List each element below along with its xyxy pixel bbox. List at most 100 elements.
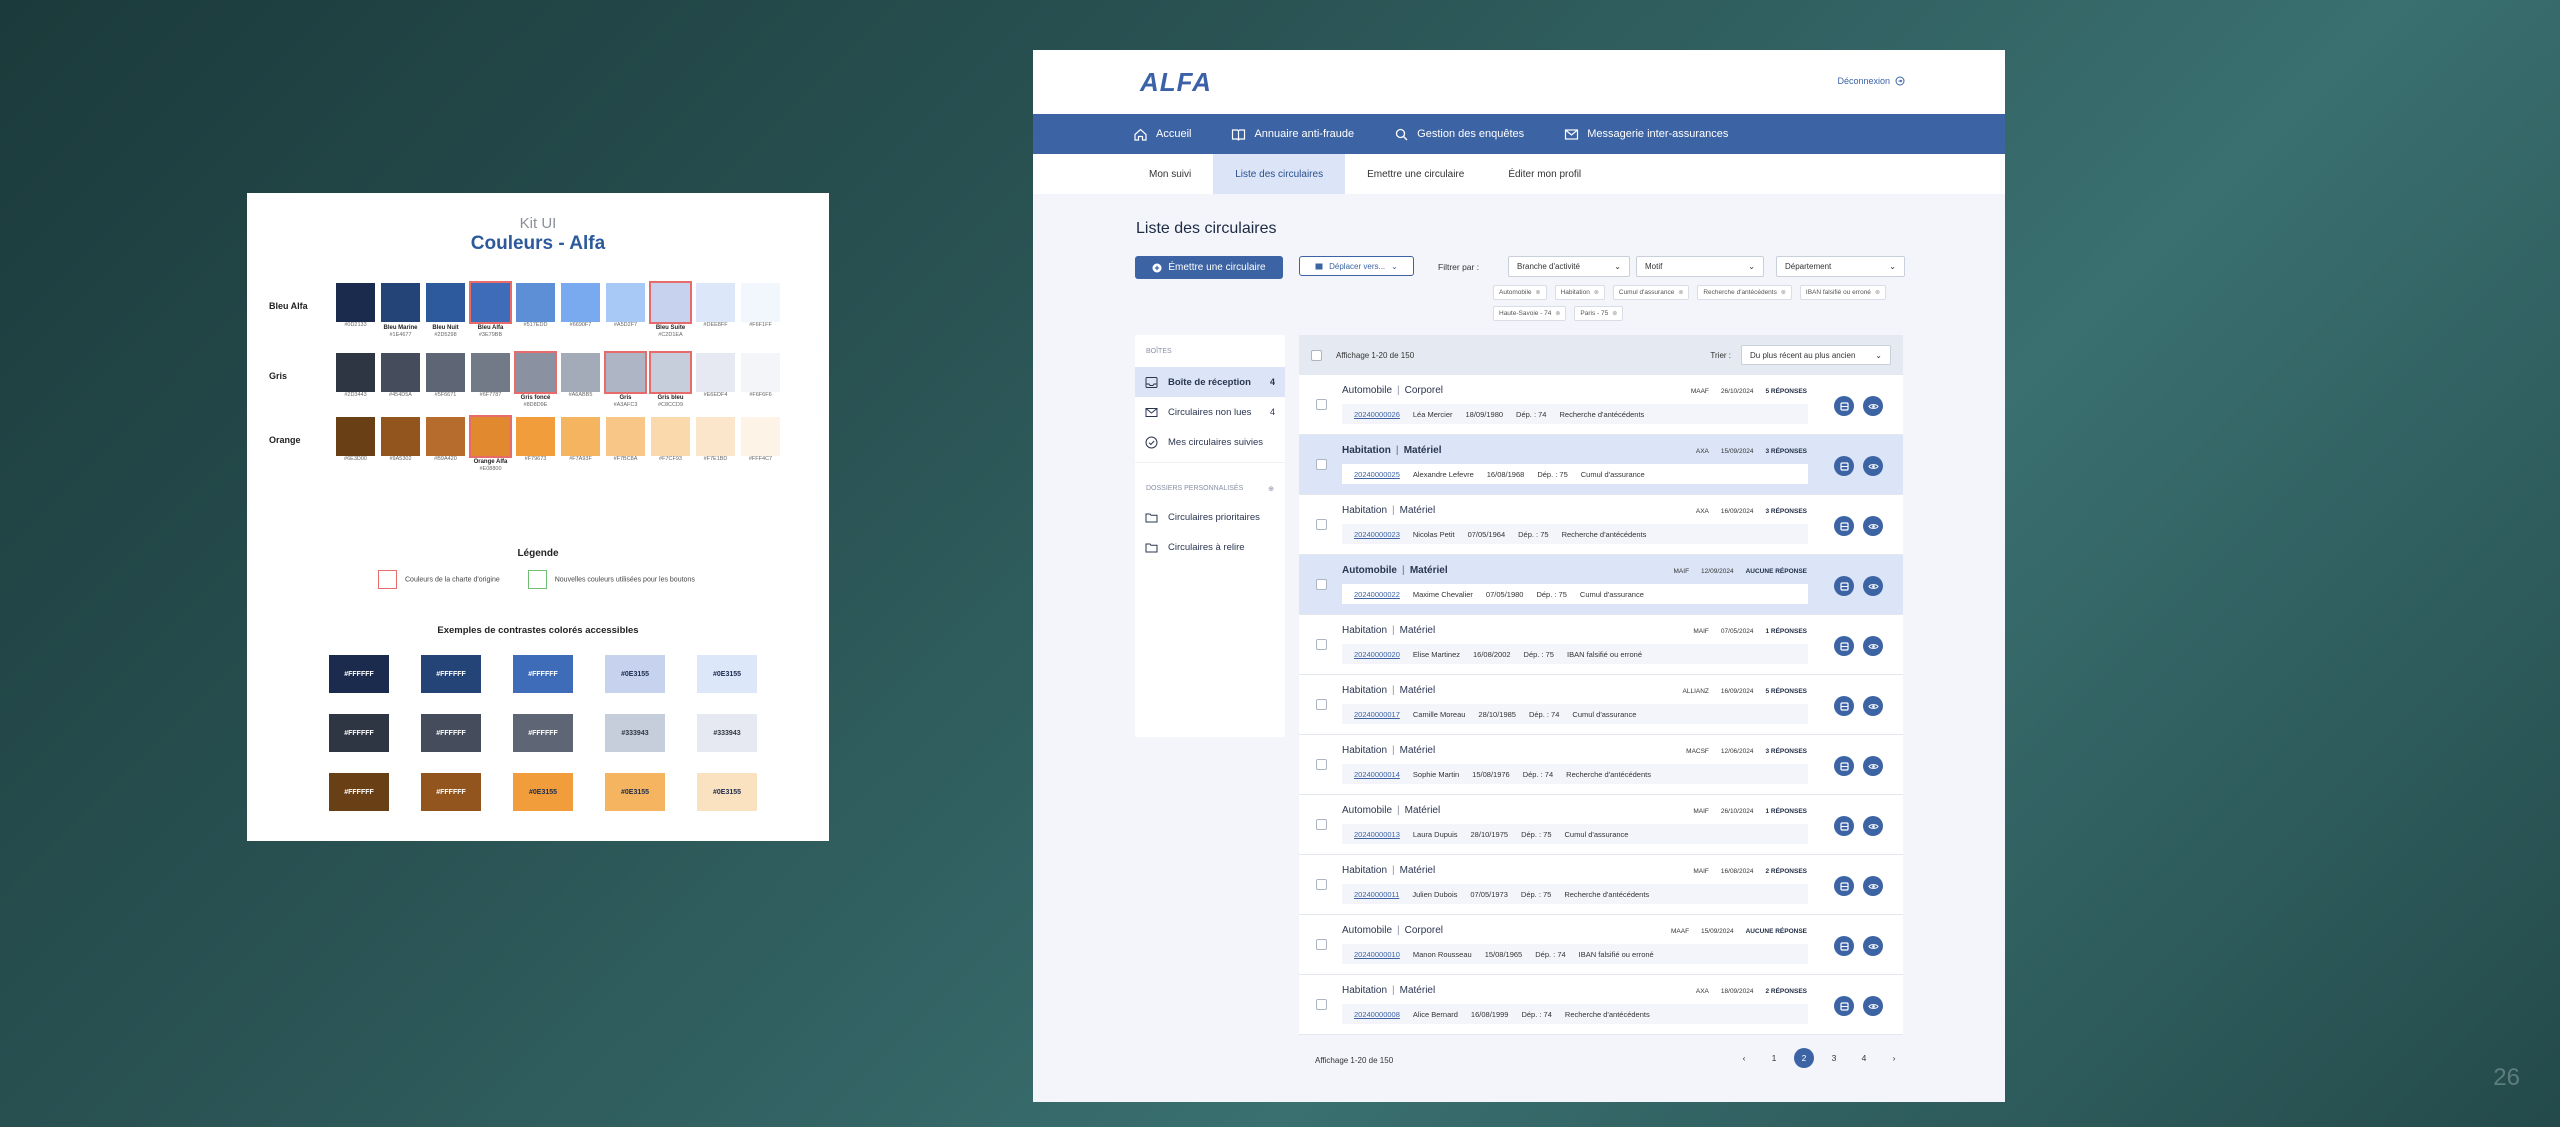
archive-button[interactable] [1834,756,1854,776]
circular-ref-link[interactable]: 20240000008 [1354,1010,1400,1019]
circular-row[interactable]: Habitation | Matériel ALLIANZ 16/09/2024 5… [1299,675,1903,735]
circular-ref-link[interactable]: 20240000014 [1354,770,1400,779]
select-all-checkbox[interactable] [1311,349,1322,361]
archive-button[interactable] [1834,696,1854,716]
row-checkbox[interactable] [1316,639,1327,650]
emit-circular-button[interactable]: Émettre une circulaire [1135,256,1283,279]
page-number[interactable]: 2 [1794,1048,1814,1068]
circular-row[interactable]: Habitation | Matériel MAIF 16/08/2024 2 RÉ… [1299,855,1903,915]
row-checkbox[interactable] [1316,759,1327,770]
close-icon[interactable]: ⊗ [1678,289,1683,296]
view-button[interactable] [1863,696,1883,716]
view-button[interactable] [1863,396,1883,416]
next-page-icon[interactable]: › [1884,1048,1904,1068]
archive-button[interactable] [1834,516,1854,536]
filter-chip[interactable]: Habitation ⊗ [1554,285,1605,300]
circular-ref-link[interactable]: 20240000013 [1354,830,1400,839]
circular-row[interactable]: Habitation | Matériel AXA 18/09/2024 2 RÉP… [1299,975,1903,1035]
page-number[interactable]: 4 [1854,1048,1874,1068]
row-checkbox[interactable] [1316,939,1327,950]
archive-button[interactable] [1834,996,1854,1016]
close-icon[interactable]: ⊗ [1555,310,1560,317]
view-button[interactable] [1863,876,1883,896]
view-button[interactable] [1863,996,1883,1016]
close-icon[interactable]: ⊗ [1612,310,1617,317]
filter-chip[interactable]: Haute-Savoie - 74 ⊗ [1493,306,1567,321]
circular-row[interactable]: Habitation | Matériel AXA 16/09/2024 3 RÉP… [1299,495,1903,555]
circular-row[interactable]: Habitation | Matériel AXA 15/09/2024 3 RÉP… [1299,435,1903,495]
circular-row[interactable]: Automobile | Matériel MAIF 26/10/2024 1 RÉ… [1299,795,1903,855]
archive-button[interactable] [1834,876,1854,896]
filter-chip[interactable]: Cumul d'assurance ⊗ [1612,285,1690,300]
close-icon[interactable]: ⊗ [1875,289,1880,296]
page-number[interactable]: 1 [1764,1048,1784,1068]
row-checkbox[interactable] [1316,399,1327,410]
prev-page-icon[interactable]: ‹ [1734,1048,1754,1068]
filter-chip[interactable]: IBAN falsifié ou erroné ⊗ [1799,285,1886,300]
nav-item-home[interactable]: Accueil [1133,127,1191,142]
close-icon[interactable]: ⊗ [1536,289,1541,296]
tab-subnav[interactable]: Mon suivi [1127,154,1213,194]
row-checkbox[interactable] [1316,579,1327,590]
view-button[interactable] [1863,516,1883,536]
logout-link[interactable]: Déconnexion [1837,76,1905,86]
alfa-logo[interactable]: ALFA [1140,67,1212,98]
filter-branch-select[interactable]: Branche d'activité ⌄ [1508,256,1630,277]
archive-button[interactable] [1834,576,1854,596]
circular-ref-link[interactable]: 20240000022 [1354,590,1400,599]
sidebar-item-inbox[interactable]: Boîte de réception 4 [1135,367,1285,397]
circular-row[interactable]: Automobile | Matériel MAIF 12/09/2024 AUCU… [1299,555,1903,615]
sidebar-item-unread[interactable]: Circulaires non lues 4 [1135,397,1285,427]
sidebar-folder-priority[interactable]: Circulaires prioritaires [1135,502,1285,532]
row-checkbox[interactable] [1316,819,1327,830]
view-button[interactable] [1863,756,1883,776]
view-button[interactable] [1863,576,1883,596]
view-button[interactable] [1863,456,1883,476]
circular-ref-link[interactable]: 20240000025 [1354,470,1400,479]
circular-ref-link[interactable]: 20240000017 [1354,710,1400,719]
nav-item-mail[interactable]: Messagerie inter-assurances [1564,127,1728,142]
sort-select[interactable]: Du plus récent au plus ancien ⌄ [1741,345,1891,365]
swatch-hex: #A5D2F7 [613,322,638,328]
circular-ref-link[interactable]: 20240000011 [1354,890,1399,899]
circular-ref-link[interactable]: 20240000026 [1354,410,1400,419]
view-button[interactable] [1863,936,1883,956]
circular-row[interactable]: Automobile | Corporel MAAF 15/09/2024 AUCU… [1299,915,1903,975]
filter-chip[interactable]: Recherche d'antécédents ⊗ [1697,285,1792,300]
circular-ref-link[interactable]: 20240000020 [1354,650,1400,659]
circular-ref-link[interactable]: 20240000010 [1354,950,1400,959]
filter-chip[interactable]: Automobile ⊗ [1493,285,1547,300]
tab-subnav[interactable]: Éditer mon profil [1486,154,1603,194]
archive-button[interactable] [1834,816,1854,836]
kit-row-label: Gris [269,371,288,381]
circular-ref-link[interactable]: 20240000023 [1354,530,1400,539]
page-number[interactable]: 3 [1824,1048,1844,1068]
nav-item-search[interactable]: Gestion des enquêtes [1394,127,1524,142]
archive-button[interactable] [1834,456,1854,476]
circular-row[interactable]: Habitation | Matériel MAIF 07/05/2024 1 RÉ… [1299,615,1903,675]
add-folder-icon[interactable]: ⊕ [1268,485,1274,493]
filter-chip[interactable]: Paris - 75 ⊗ [1574,306,1624,321]
filter-department-select[interactable]: Département ⌄ [1776,256,1905,277]
row-checkbox[interactable] [1316,699,1327,710]
tab-subnav[interactable]: Liste des circulaires [1213,154,1346,194]
close-icon[interactable]: ⊗ [1594,289,1599,296]
row-checkbox[interactable] [1316,459,1327,470]
row-checkbox[interactable] [1316,519,1327,530]
archive-button[interactable] [1834,396,1854,416]
circular-row[interactable]: Automobile | Corporel MAAF 26/10/2024 5 RÉ… [1299,375,1903,435]
circular-row[interactable]: Habitation | Matériel MACSF 12/06/2024 3 R… [1299,735,1903,795]
view-button[interactable] [1863,816,1883,836]
view-button[interactable] [1863,636,1883,656]
row-checkbox[interactable] [1316,879,1327,890]
nav-item-book[interactable]: Annuaire anti-fraude [1231,127,1354,142]
tab-subnav[interactable]: Emettre une circulaire [1345,154,1486,194]
move-to-button[interactable]: Déplacer vers... ⌄ [1299,256,1414,276]
filter-motif-select[interactable]: Motif ⌄ [1636,256,1764,277]
sidebar-item-followed[interactable]: Mes circulaires suivies [1135,427,1285,457]
row-checkbox[interactable] [1316,999,1327,1010]
archive-button[interactable] [1834,936,1854,956]
archive-button[interactable] [1834,636,1854,656]
sidebar-folder-reread[interactable]: Circulaires à relire [1135,532,1285,562]
close-icon[interactable]: ⊗ [1781,289,1786,296]
